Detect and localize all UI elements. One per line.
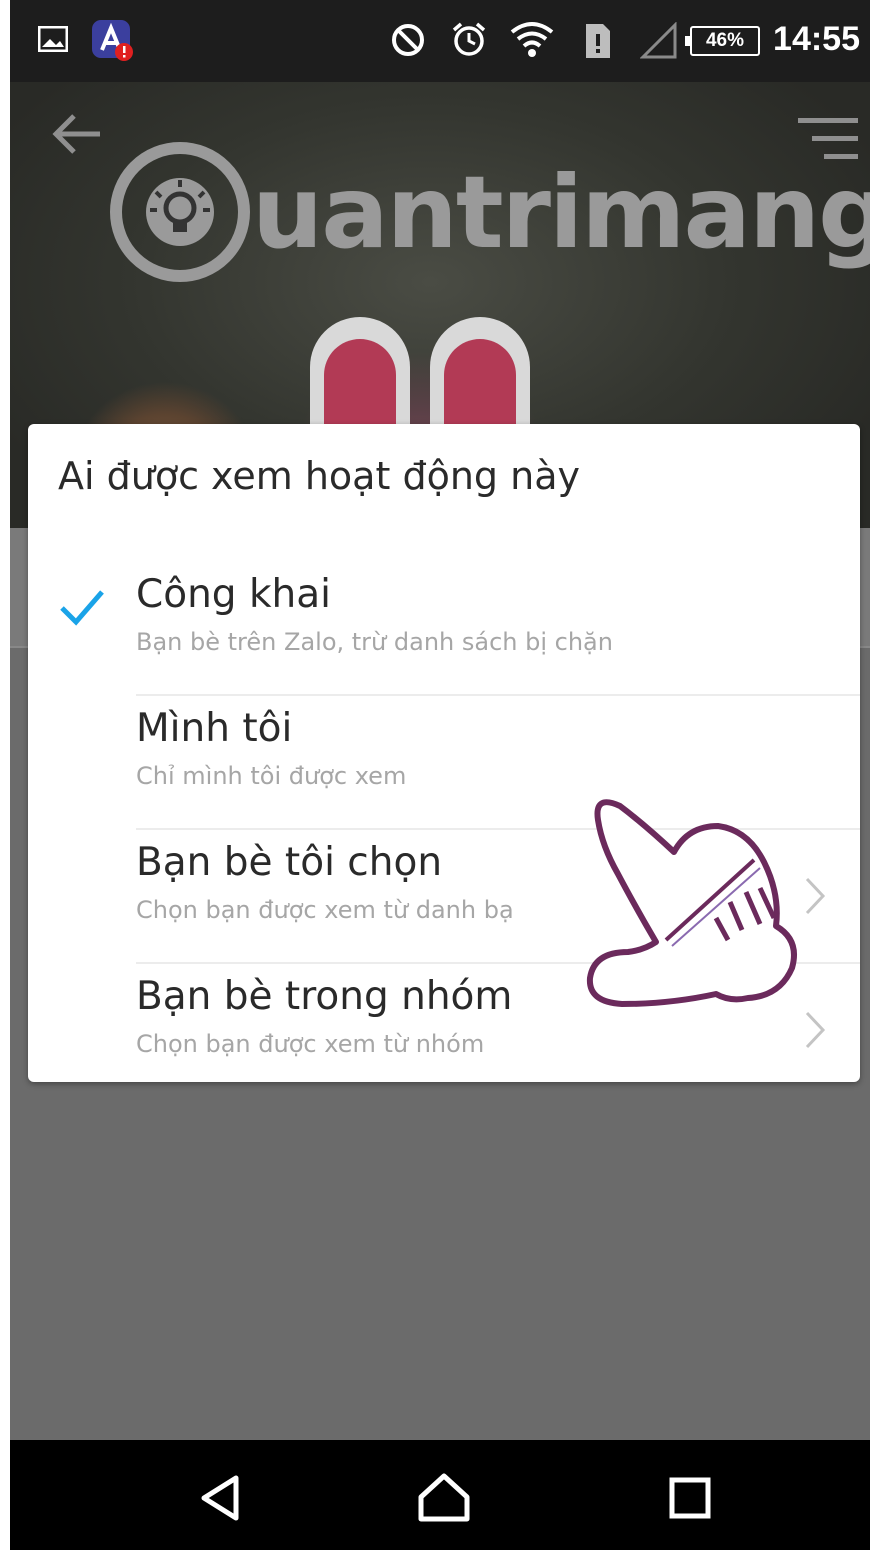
pointing-hand-icon bbox=[580, 790, 810, 1034]
back-triangle-icon[interactable] bbox=[190, 1468, 250, 1528]
option-label: Công khai bbox=[136, 572, 331, 617]
brand-name: uantrimang bbox=[252, 153, 870, 271]
recents-icon[interactable] bbox=[660, 1468, 720, 1528]
option-description: Chỉ mình tôi được xem bbox=[136, 762, 407, 790]
battery-level: 46% bbox=[705, 30, 745, 51]
check-icon bbox=[58, 586, 106, 632]
battery-icon: 46% bbox=[685, 26, 760, 56]
do-not-disturb-icon bbox=[390, 22, 426, 58]
navigation-bar bbox=[10, 1440, 870, 1550]
option-label: Bạn bè tôi chọn bbox=[136, 840, 443, 885]
lightbulb-icon bbox=[110, 142, 250, 282]
option-description: Chọn bạn được xem từ danh bạ bbox=[136, 896, 514, 924]
image-notification-icon bbox=[38, 26, 68, 52]
alarm-icon bbox=[450, 20, 488, 58]
sim-icon bbox=[584, 22, 612, 60]
home-icon[interactable] bbox=[414, 1468, 474, 1528]
back-arrow-icon[interactable] bbox=[50, 112, 104, 160]
signal-icon bbox=[640, 22, 678, 60]
dialog-title: Ai được xem hoạt động này bbox=[58, 454, 580, 498]
phone-screen: 46% 14:55 uantrimang Ai được xem hoạt độ… bbox=[10, 0, 870, 1550]
option-public[interactable]: Công khai Bạn bè trên Zalo, trừ danh sác… bbox=[28, 564, 860, 696]
wifi-icon bbox=[510, 20, 554, 58]
status-bar: 46% 14:55 bbox=[10, 0, 870, 82]
divider bbox=[136, 694, 860, 696]
status-time: 14:55 bbox=[773, 20, 860, 58]
option-description: Bạn bè trên Zalo, trừ danh sách bị chặn bbox=[136, 628, 613, 656]
app-alert-icon bbox=[90, 18, 136, 62]
brand-logo: uantrimang bbox=[110, 142, 870, 282]
option-label: Mình tôi bbox=[136, 706, 293, 751]
option-description: Chọn bạn được xem từ nhóm bbox=[136, 1030, 485, 1058]
option-label: Bạn bè trong nhóm bbox=[136, 974, 513, 1019]
